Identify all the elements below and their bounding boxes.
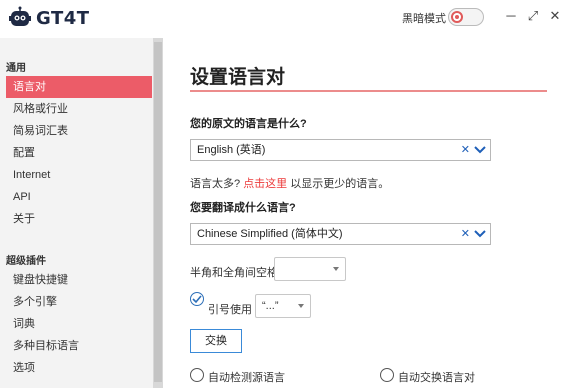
sidebar-item-language-pair[interactable]: 语言对: [6, 76, 152, 98]
robot-logo-icon: [8, 6, 32, 30]
show-fewer-languages-link[interactable]: 点击这里: [243, 178, 287, 190]
minimize-icon[interactable]: ─: [504, 8, 518, 24]
source-language-value: English (英语): [197, 144, 266, 156]
hint-suffix: 以显示更少的语言。: [290, 178, 390, 190]
title-divider: [190, 90, 547, 92]
page-title: 设置语言对: [190, 67, 286, 88]
source-language-select[interactable]: English (英语) ✕: [190, 139, 491, 161]
chevron-down-icon[interactable]: [474, 145, 486, 155]
app-name: GT4T: [36, 7, 90, 29]
clear-icon[interactable]: ✕: [461, 224, 470, 244]
caret-down-icon: [333, 267, 339, 271]
sidebar-item-about[interactable]: 关于: [6, 208, 152, 230]
quotes-select[interactable]: “...”: [255, 294, 311, 318]
caret-down-icon: [298, 304, 304, 308]
chevron-down-icon[interactable]: [474, 229, 486, 239]
auto-swap-checkbox[interactable]: [380, 368, 394, 382]
app-logo: GT4T: [8, 6, 90, 30]
clear-icon[interactable]: ✕: [461, 140, 470, 160]
sidebar-item-engines[interactable]: 多个引擎: [6, 291, 152, 313]
maximize-icon[interactable]: ⤢: [526, 8, 540, 24]
dark-mode-toggle[interactable]: [448, 8, 484, 26]
sidebar-item-internet[interactable]: Internet: [6, 164, 152, 186]
dark-mode-label: 黑暗模式: [402, 13, 446, 25]
hint-prefix: 语言太多?: [190, 178, 241, 190]
section-plugins-title: 超级插件: [6, 256, 46, 267]
sidebar-item-style[interactable]: 风格或行业: [6, 98, 152, 120]
quotes-checkbox[interactable]: [190, 292, 204, 306]
scrollbar-thumb[interactable]: [154, 42, 162, 382]
sidebar-item-multi-target[interactable]: 多种目标语言: [6, 335, 152, 357]
main-panel: 设置语言对 您的原文的语言是什么? English (英语) ✕ 语言太多? 点…: [163, 38, 570, 388]
source-language-question: 您的原文的语言是什么?: [190, 118, 307, 130]
toggle-knob: [451, 11, 463, 23]
title-bar: GT4T 黑暗模式 ─ ⤢ ✕: [0, 0, 570, 38]
sidebar-item-config[interactable]: 配置: [6, 142, 152, 164]
auto-swap-label: 自动交换语言对: [398, 372, 475, 384]
quotes-label: 引号使用: [208, 304, 252, 316]
sidebar-item-api[interactable]: API: [6, 186, 152, 208]
section-general-title: 通用: [6, 63, 26, 74]
sidebar-item-dictionary[interactable]: 词典: [6, 313, 152, 335]
auto-detect-checkbox[interactable]: [190, 368, 204, 382]
target-language-question: 您要翻译成什么语言?: [190, 202, 296, 214]
language-hint: 语言太多? 点击这里 以显示更少的语言。: [190, 175, 389, 191]
close-icon[interactable]: ✕: [548, 8, 562, 24]
sidebar-item-glossary[interactable]: 简易词汇表: [6, 120, 152, 142]
auto-detect-label: 自动检测源语言: [208, 372, 285, 384]
sidebar-scrollbar[interactable]: [153, 38, 163, 388]
sidebar-item-options[interactable]: 选项: [6, 357, 152, 379]
swap-button[interactable]: 交换: [190, 329, 242, 353]
target-language-select[interactable]: Chinese Simplified (简体中文) ✕: [190, 223, 491, 245]
spacing-select[interactable]: [274, 257, 346, 281]
spacing-label: 半角和全角间空格: [190, 267, 278, 279]
target-language-value: Chinese Simplified (简体中文): [197, 228, 343, 240]
quotes-value: “...”: [262, 300, 279, 312]
sidebar-item-shortcuts[interactable]: 键盘快捷键: [6, 269, 152, 291]
